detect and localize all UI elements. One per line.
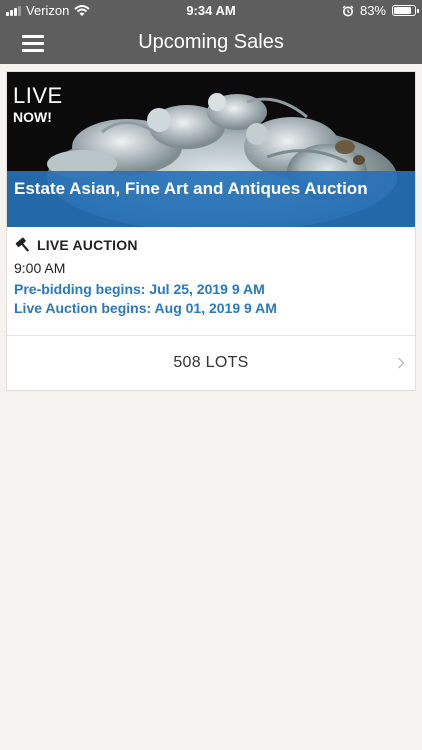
battery-icon [392, 5, 419, 16]
sale-details: LIVE AUCTION 9:00 AM Pre-bidding begins:… [14, 235, 410, 316]
nav-bar: Upcoming Sales [0, 22, 422, 64]
gavel-icon [15, 237, 30, 252]
status-right: 83% [342, 3, 419, 18]
auction-time: 9:00 AM [14, 260, 66, 276]
auction-type-row: LIVE AUCTION [14, 235, 410, 255]
alarm-icon [342, 5, 354, 16]
sale-title-band: Estate Asian, Fine Art and Antiques Auct… [7, 171, 415, 227]
sale-title[interactable]: Estate Asian, Fine Art and Antiques Auct… [14, 176, 404, 201]
live-label: LIVE [13, 83, 63, 108]
battery-fill [394, 7, 411, 14]
live-now-badge: LIVE NOW! [13, 84, 63, 126]
battery-percent: 83% [359, 3, 386, 18]
sale-card[interactable]: LIVE NOW! Estate Asian, Fine Art and Ant… [6, 71, 416, 391]
now-label: NOW! [13, 109, 52, 125]
sale-hero-image[interactable]: LIVE NOW! Estate Asian, Fine Art and Ant… [7, 72, 415, 227]
page-title: Upcoming Sales [138, 31, 284, 53]
auction-type-label: LIVE AUCTION [37, 237, 138, 253]
lots-button[interactable]: 508 LOTS [7, 336, 415, 391]
status-bar: Verizon 9:34 AM 83% [0, 0, 422, 22]
prebid-begins: Pre-bidding begins: Jul 25, 2019 9 AM [14, 281, 265, 297]
lots-count-label: 508 LOTS [173, 354, 249, 371]
chevron-right-icon [397, 357, 405, 369]
live-auction-begins: Live Auction begins: Aug 01, 2019 9 AM [14, 300, 277, 316]
